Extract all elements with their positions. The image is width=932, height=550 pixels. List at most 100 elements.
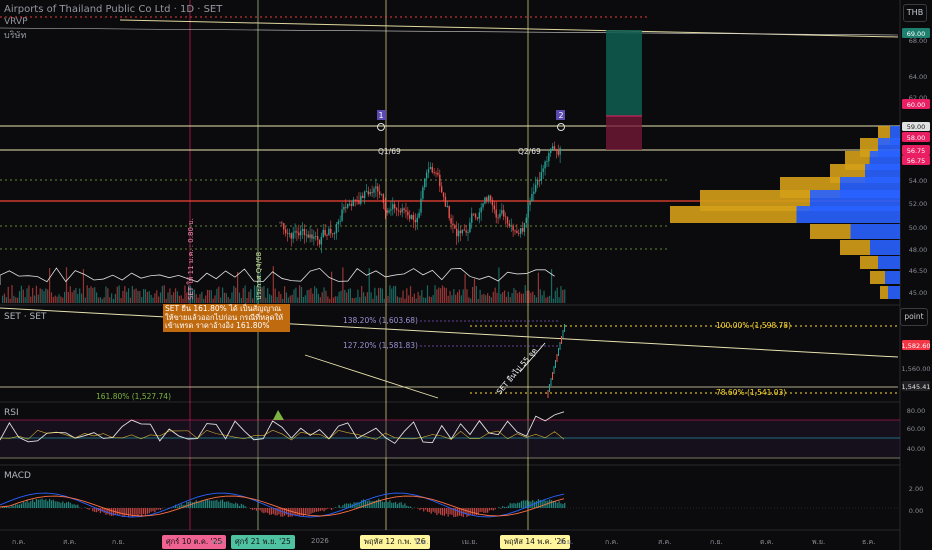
macd-histogram-bar <box>252 508 254 510</box>
macd-histogram-bar <box>406 505 408 508</box>
candle-body <box>386 210 388 213</box>
candle-body <box>450 218 452 224</box>
candle-body <box>504 216 507 218</box>
point-button[interactable]: point <box>900 308 928 326</box>
volume-bar <box>522 293 524 303</box>
volume-bar <box>99 297 101 303</box>
macd-histogram-bar <box>47 501 49 508</box>
volume-bar <box>176 291 179 303</box>
macd-histogram-bar <box>502 506 504 508</box>
price-tag: 69.00 <box>907 30 926 38</box>
trend-line <box>0 27 899 36</box>
chart-canvas[interactable]: 1 2 Q1/69 Q2/69 ประกาศ Q4/68 SET ให้ 11 ม.ค. … <box>0 0 932 550</box>
macd-histogram-bar <box>94 508 96 513</box>
volume-bar <box>421 290 423 303</box>
volume-bar <box>206 289 209 303</box>
candle-body <box>298 232 300 236</box>
candle-body <box>525 217 527 223</box>
candle-body <box>471 213 473 223</box>
macd-histogram-bar <box>441 508 444 516</box>
macd-histogram-bar <box>319 508 321 511</box>
volume-bar <box>173 292 175 303</box>
volume-bar <box>507 291 509 303</box>
annotation-note[interactable]: SET ยืน 161.80% ได้ เป็นสัญญาณให้ขายแล้ว… <box>163 304 290 332</box>
volume-bar <box>315 288 318 303</box>
volume-bar <box>112 298 115 303</box>
macd-histogram-bar <box>389 500 391 508</box>
volume-bar <box>71 292 73 303</box>
macd-histogram-bar <box>54 501 56 508</box>
macd-histogram-bar <box>550 500 553 508</box>
volume-bar <box>554 290 556 303</box>
candle-body <box>320 236 323 245</box>
volume-bar <box>158 296 160 303</box>
candle-body <box>288 233 291 235</box>
candle-body <box>510 225 512 227</box>
volume-bar <box>199 294 201 303</box>
candle-body <box>363 191 366 199</box>
macd-histogram-bar <box>481 508 483 512</box>
volume-bar <box>344 289 346 303</box>
volume-bar <box>293 289 295 303</box>
candle-body <box>559 148 561 155</box>
set-trend-line-2 <box>304 354 439 399</box>
volume-bar <box>60 296 62 303</box>
candle-body <box>425 172 428 179</box>
candle-body <box>318 239 321 245</box>
macd-histogram-bar <box>261 508 263 513</box>
macd-histogram-bar <box>370 501 372 508</box>
candle-body <box>301 229 304 232</box>
volume-bar <box>69 286 71 303</box>
macd-histogram-bar <box>306 508 308 514</box>
q2-label: Q2/69 <box>518 147 541 156</box>
volume-bar <box>263 285 265 303</box>
macd-histogram-bar <box>231 503 233 508</box>
macd-histogram-bar <box>126 508 128 515</box>
volume-bar <box>331 271 333 303</box>
volume-bar <box>302 296 304 303</box>
macd-histogram-bar <box>64 503 66 508</box>
volume-profile-bar <box>878 256 900 269</box>
candle-body <box>482 203 484 208</box>
macd-histogram-bar <box>490 508 492 510</box>
macd-histogram-bar <box>62 501 64 508</box>
macd-histogram-bar <box>503 506 506 508</box>
candle-body <box>465 230 467 233</box>
candle-body <box>380 194 383 196</box>
volume-bar <box>438 287 440 303</box>
macd-histogram-bar <box>214 500 216 508</box>
macd-histogram-bar <box>129 508 132 516</box>
candle-body <box>378 191 381 195</box>
volume-bar <box>156 290 158 303</box>
candle-body <box>331 233 334 235</box>
macd-histogram-bar <box>176 506 179 508</box>
volume-bar <box>520 293 523 303</box>
price-tick: 52.00 <box>909 200 928 208</box>
macd-histogram-bar <box>143 508 145 514</box>
candle-body <box>299 231 302 236</box>
indicator-vrvp-label[interactable]: VRVP <box>4 17 28 27</box>
candle-body <box>446 206 449 207</box>
macd-histogram-bar <box>86 508 88 509</box>
set-arrow-label: SET ยืนไป 55 จุด <box>495 346 539 396</box>
currency-button[interactable]: THB <box>903 4 927 22</box>
macd-histogram-bar <box>203 501 205 508</box>
volume-bar <box>28 285 30 303</box>
volume-bar <box>90 286 92 303</box>
candle-body <box>499 213 501 218</box>
candle-body <box>352 199 355 207</box>
macd-histogram-bar <box>447 508 449 517</box>
volume-bar <box>383 298 385 303</box>
volume-bar <box>460 295 462 303</box>
macd-histogram-bar <box>137 508 139 516</box>
candle-body <box>489 195 492 200</box>
macd-histogram-bar <box>494 508 496 510</box>
volume-bar <box>530 292 532 303</box>
candle-body <box>540 172 543 181</box>
volume-bar <box>143 289 145 303</box>
volume-bar <box>336 296 338 303</box>
macd-histogram-bar <box>438 508 440 514</box>
volume-profile-bar <box>888 286 900 299</box>
volume-bar <box>17 297 19 303</box>
macd-histogram-bar <box>517 502 519 508</box>
